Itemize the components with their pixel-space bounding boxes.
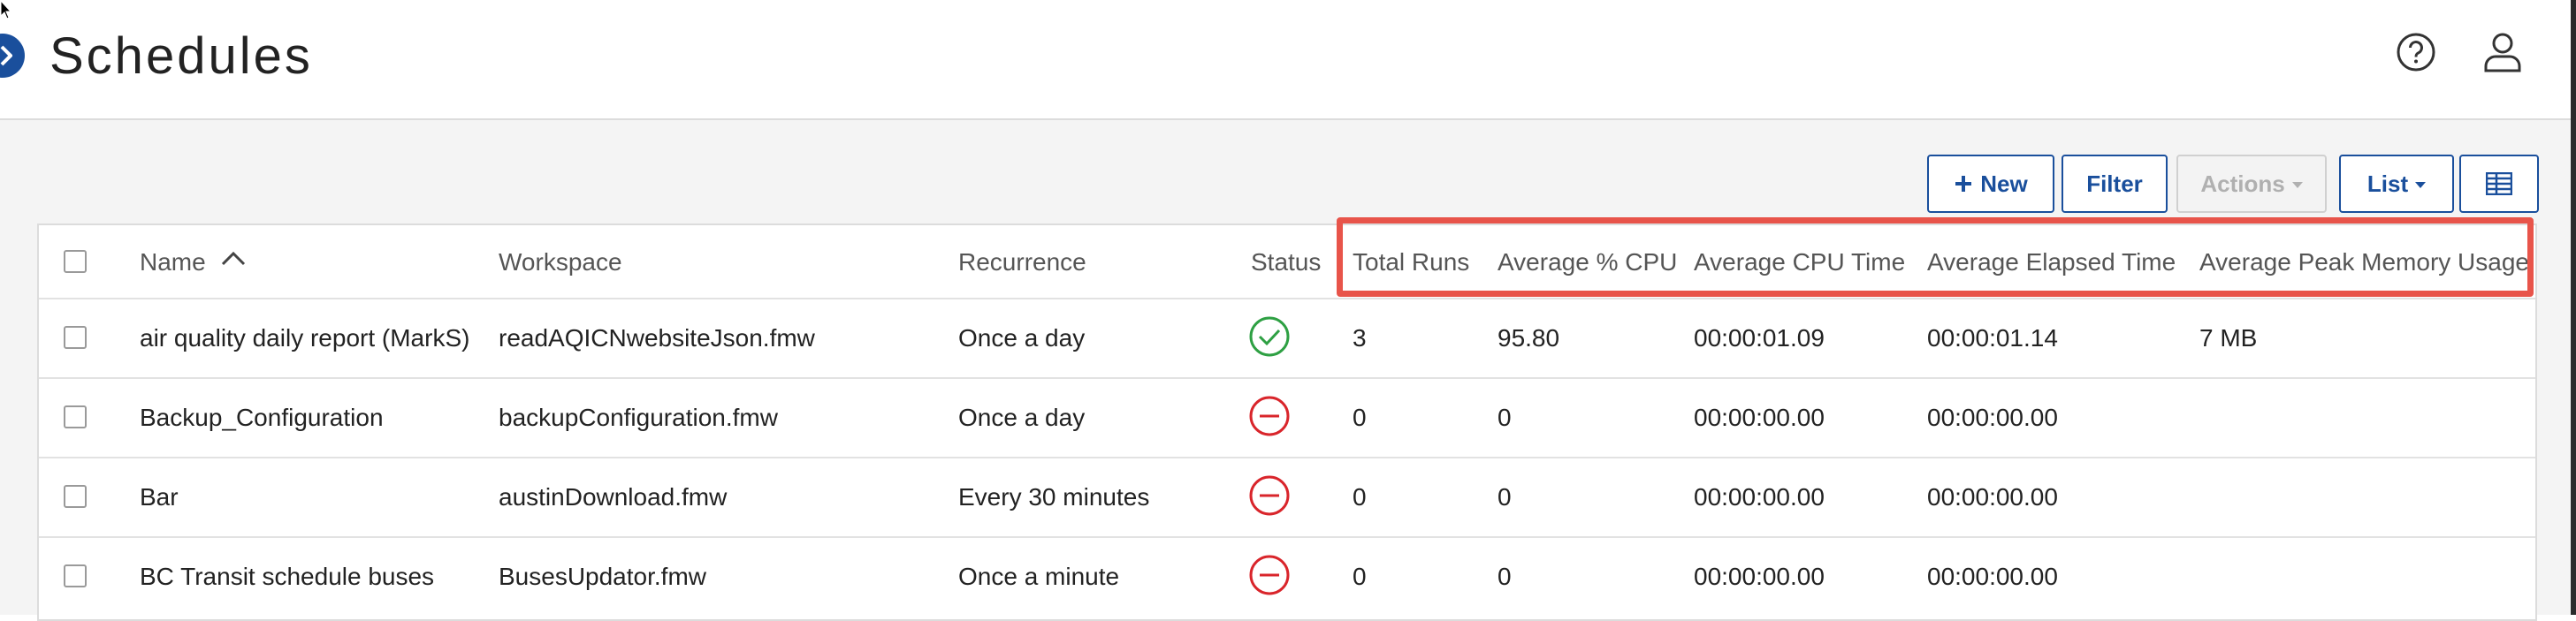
sort-ascending-icon[interactable] xyxy=(221,250,246,266)
workspace-name: austinDownload.fmw xyxy=(499,483,728,511)
highlight-annotation-box xyxy=(1337,217,2534,297)
schedule-name[interactable]: Backup_Configuration xyxy=(140,404,384,432)
chevron-down-icon xyxy=(2415,182,2427,188)
select-all-checkbox[interactable] xyxy=(64,250,87,273)
average-elapsed-time: 00:00:00.00 xyxy=(1927,404,2058,431)
average-elapsed-time: 00:00:01.14 xyxy=(1927,324,2058,352)
average-elapsed-time: 00:00:00.00 xyxy=(1927,563,2058,590)
total-runs: 3 xyxy=(1353,324,1367,352)
disabled-status-icon xyxy=(1249,475,1290,516)
mouse-cursor-icon xyxy=(0,0,12,19)
average-peak-memory: 7 MB xyxy=(2199,324,2258,352)
actions-button-label: Actions xyxy=(2200,170,2285,197)
success-check-icon xyxy=(1249,316,1290,357)
total-runs: 0 xyxy=(1353,483,1367,511)
average-cpu-time: 00:00:00.00 xyxy=(1694,404,1825,431)
filter-button-label: Filter xyxy=(2086,170,2143,197)
column-header-workspace[interactable]: Workspace xyxy=(499,248,622,276)
total-runs: 0 xyxy=(1353,404,1367,431)
column-header-status[interactable]: Status xyxy=(1251,248,1321,276)
disabled-status-icon xyxy=(1249,555,1290,595)
user-profile-icon[interactable] xyxy=(2481,30,2525,74)
recurrence: Once a day xyxy=(958,324,1086,352)
list-view-dropdown[interactable]: List xyxy=(2339,155,2454,213)
list-button-label: List xyxy=(2366,170,2409,197)
average-cpu-time: 00:00:00.00 xyxy=(1694,483,1825,511)
table-row[interactable]: air quality daily report (MarkS) readAQI… xyxy=(39,298,2535,379)
nav-toggle-button[interactable] xyxy=(0,34,25,78)
average-cpu: 0 xyxy=(1498,404,1512,431)
new-button-label: New xyxy=(1980,170,2028,197)
average-cpu: 0 xyxy=(1498,563,1512,590)
window-edge xyxy=(2571,0,2576,615)
workspace-name: BusesUpdator.fmw xyxy=(499,563,706,590)
column-header-recurrence[interactable]: Recurrence xyxy=(958,248,1086,276)
plus-icon xyxy=(1955,176,1972,192)
schedule-name[interactable]: Bar xyxy=(140,483,179,511)
column-settings-button[interactable] xyxy=(2459,155,2539,213)
actions-button[interactable]: Actions xyxy=(2176,155,2327,213)
workspace-name: readAQICNwebsiteJson.fmw xyxy=(499,324,815,352)
recurrence: Every 30 minutes xyxy=(958,483,1150,511)
average-elapsed-time: 00:00:00.00 xyxy=(1927,483,2058,511)
average-cpu-time: 00:00:00.00 xyxy=(1694,563,1825,590)
chevron-right-icon xyxy=(0,45,12,66)
filter-button[interactable]: Filter xyxy=(2062,155,2168,213)
page-title: Schedules xyxy=(50,27,313,85)
chevron-down-icon xyxy=(2291,182,2303,188)
table-row[interactable]: BC Transit schedule buses BusesUpdator.f… xyxy=(39,536,2535,616)
row-checkbox[interactable] xyxy=(64,485,87,508)
new-button[interactable]: New xyxy=(1927,155,2054,213)
workspace-name: backupConfiguration.fmw xyxy=(499,404,778,431)
columns-icon xyxy=(2486,172,2512,195)
average-cpu: 95.80 xyxy=(1498,324,1560,352)
row-checkbox[interactable] xyxy=(64,564,87,587)
row-checkbox[interactable] xyxy=(64,326,87,349)
recurrence: Once a day xyxy=(958,404,1086,431)
disabled-status-icon xyxy=(1249,396,1290,436)
schedule-name[interactable]: air quality daily report (MarkS) xyxy=(140,324,469,352)
row-checkbox[interactable] xyxy=(64,405,87,428)
total-runs: 0 xyxy=(1353,563,1367,590)
help-icon[interactable] xyxy=(2396,32,2436,72)
recurrence: Once a minute xyxy=(958,563,1120,590)
table-row[interactable]: Backup_Configuration backupConfiguration… xyxy=(39,377,2535,458)
column-header-name[interactable]: Name xyxy=(140,248,206,276)
table-row[interactable]: Bar austinDownload.fmw Every 30 minutes … xyxy=(39,457,2535,538)
schedule-name[interactable]: BC Transit schedule buses xyxy=(140,563,434,591)
average-cpu: 0 xyxy=(1498,483,1512,511)
average-cpu-time: 00:00:01.09 xyxy=(1694,324,1825,352)
app-header: Schedules xyxy=(0,0,2571,120)
